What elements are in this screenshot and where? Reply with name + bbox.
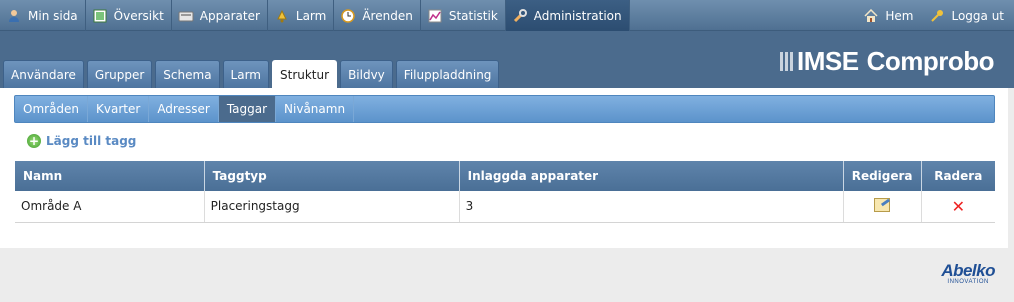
- nav-administration[interactable]: Administration: [505, 0, 630, 31]
- nav-label: Logga ut: [951, 8, 1004, 23]
- tags-table: Namn Taggtyp Inlaggda apparater Redigera…: [15, 161, 995, 223]
- home-icon: [863, 8, 879, 24]
- col-header-devices: Inlaggda apparater: [459, 161, 844, 191]
- cell-name: Område A: [15, 191, 205, 223]
- nav-label: Hem: [885, 8, 914, 23]
- logo-bars-icon: [780, 52, 795, 71]
- top-navigation: Min sida Översikt Apparater Larm Ärenden…: [0, 0, 1014, 31]
- tab-filuppladdning[interactable]: Filuppladdning: [395, 60, 500, 88]
- cell-devices: 3: [459, 191, 844, 223]
- add-tag-label: Lägg till tagg: [46, 134, 137, 148]
- subtab-taggar[interactable]: Taggar: [218, 96, 277, 122]
- cell-type: Placeringstagg: [204, 191, 460, 223]
- nav-label: Larm: [295, 8, 327, 23]
- tab-anvandare[interactable]: Användare: [3, 60, 84, 88]
- clock-icon: [340, 8, 356, 24]
- col-header-type: Taggtyp: [204, 161, 460, 191]
- nav-label: Min sida: [28, 8, 78, 23]
- sub-tabs: Områden Kvarter Adresser Taggar Nivånamn: [14, 95, 995, 123]
- tab-schema[interactable]: Schema: [155, 60, 220, 88]
- logo-product: Comprobo: [866, 46, 995, 76]
- nav-hem[interactable]: Hem: [857, 0, 923, 31]
- footer-brand: Abelko: [941, 261, 995, 280]
- subtab-adresser[interactable]: Adresser: [149, 96, 219, 122]
- nav-label: Apparater: [199, 8, 260, 23]
- nav-label: Ärenden: [362, 8, 413, 23]
- nav-logga-ut[interactable]: Logga ut: [923, 0, 1014, 31]
- subtab-nivanamn[interactable]: Nivånamn: [276, 96, 355, 122]
- chart-icon: [427, 8, 443, 24]
- subtab-kvarter[interactable]: Kvarter: [88, 96, 150, 122]
- device-icon: [178, 8, 194, 24]
- tab-larm[interactable]: Larm: [222, 60, 269, 88]
- nav-label: Statistik: [448, 8, 498, 23]
- content-panel: Områden Kvarter Adresser Taggar Nivånamn…: [0, 88, 1008, 248]
- col-header-edit: Redigera: [843, 161, 922, 191]
- edit-icon[interactable]: [874, 197, 891, 212]
- footer-logo: Abelko INNOVATION: [941, 262, 995, 285]
- tab-bildvy[interactable]: Bildvy: [340, 60, 393, 88]
- cell-edit: [843, 191, 922, 223]
- nav-arenden[interactable]: Ärenden: [334, 0, 421, 31]
- nav-statistik[interactable]: Statistik: [421, 0, 506, 31]
- nav-apparater[interactable]: Apparater: [172, 0, 268, 31]
- col-header-name: Namn: [15, 161, 205, 191]
- nav-label: Översikt: [113, 8, 164, 23]
- table-header-row: Namn Taggtyp Inlaggda apparater Redigera…: [15, 161, 995, 191]
- alarm-icon: [274, 8, 290, 24]
- tab-struktur[interactable]: Struktur: [272, 60, 338, 88]
- delete-icon[interactable]: ✕: [952, 197, 965, 216]
- key-icon: [929, 8, 945, 24]
- logo-imse: IMSE: [797, 46, 859, 76]
- main-tabs: Användare Grupper Schema Larm Struktur B…: [3, 60, 502, 88]
- overview-icon: [92, 8, 108, 24]
- add-icon: +: [27, 134, 41, 148]
- nav-larm[interactable]: Larm: [268, 0, 335, 31]
- nav-label: Administration: [533, 8, 622, 23]
- col-header-delete: Radera: [921, 161, 995, 191]
- subtab-omraden[interactable]: Områden: [15, 96, 89, 122]
- table-row: Område A Placeringstagg 3 ✕: [15, 191, 995, 223]
- cell-delete: ✕: [921, 191, 995, 223]
- add-tag-link[interactable]: + Lägg till tagg: [27, 134, 136, 148]
- tab-grupper[interactable]: Grupper: [86, 60, 153, 88]
- wrench-icon: [512, 8, 528, 24]
- nav-min-sida[interactable]: Min sida: [0, 0, 86, 31]
- user-icon: [6, 8, 22, 24]
- nav-oversikt[interactable]: Översikt: [86, 0, 172, 31]
- brand-logo: IMSE Comprobo: [780, 46, 995, 77]
- footer-tagline: INNOVATION: [947, 279, 989, 285]
